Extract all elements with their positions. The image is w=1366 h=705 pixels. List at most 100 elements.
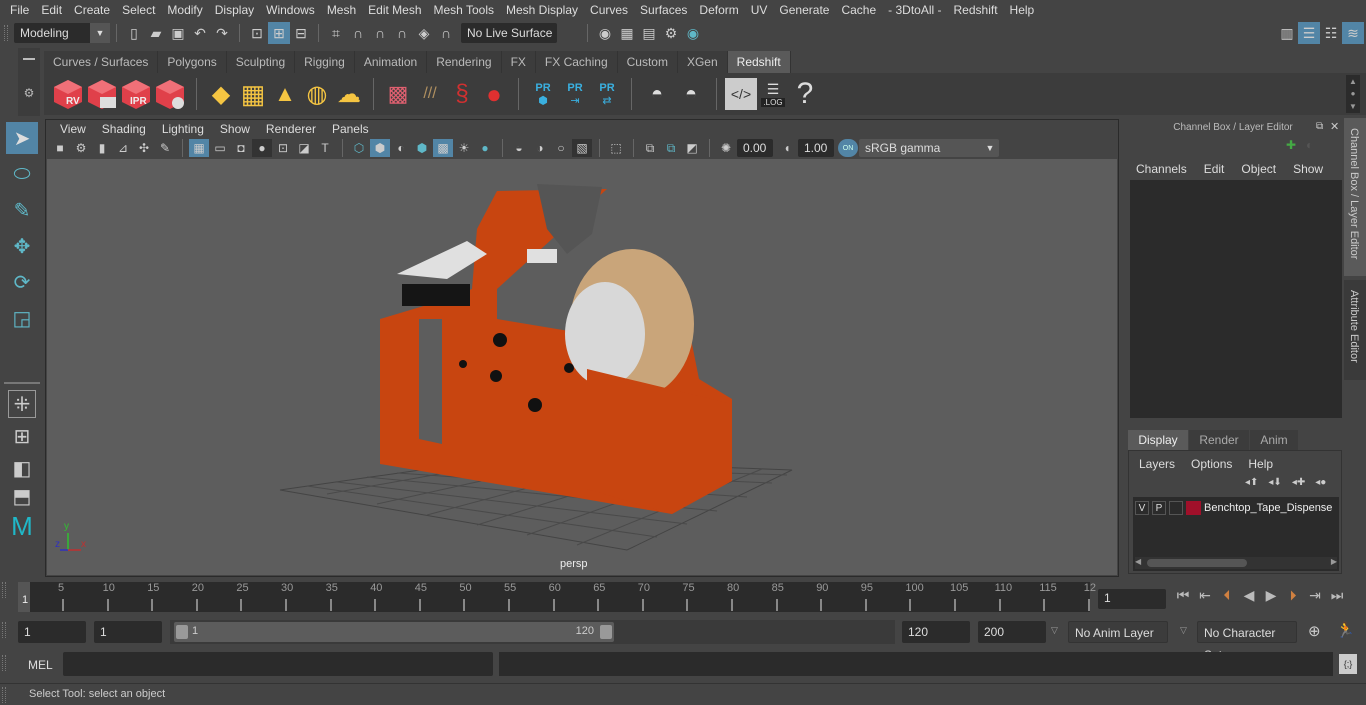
viewport-menu-renderer[interactable]: Renderer — [258, 120, 324, 138]
new-scene-icon[interactable]: ▯ — [123, 22, 145, 44]
baking-pies-icon[interactable]: ◓ — [640, 78, 674, 110]
layer-list-scrollbar[interactable]: ◀ ▶ — [1135, 557, 1337, 569]
menu-cache[interactable]: Cache — [835, 3, 882, 17]
single-perspective-layout-icon[interactable]: ⁜ — [8, 390, 36, 418]
mel-grip[interactable] — [2, 655, 6, 671]
side-tab-attribute-editor[interactable]: Attribute Editor — [1344, 280, 1366, 380]
menu-uv[interactable]: UV — [745, 3, 774, 17]
move-layer-down-icon[interactable]: ◂⬇ — [1268, 477, 1281, 488]
live-surface-field[interactable]: No Live Surface — [461, 23, 557, 43]
spot-light-icon[interactable]: ▲ — [269, 78, 301, 110]
lasso-tool-icon[interactable]: ⬭ — [6, 158, 38, 190]
gamma-field[interactable]: 1.00 — [798, 139, 834, 157]
script-editor-icon[interactable]: {;} — [1339, 654, 1357, 674]
manipulator-axis-icon[interactable]: ✚ — [1286, 138, 1296, 152]
xray-icon[interactable]: ⧉ — [640, 139, 660, 157]
animation-preferences-icon[interactable]: 🏃 — [1336, 621, 1355, 639]
four-view-layout-icon[interactable]: ⊞ — [6, 422, 38, 450]
shelf-settings-gear-icon[interactable]: ⚙ — [18, 86, 40, 100]
channel-menu-edit[interactable]: Edit — [1204, 162, 1225, 176]
menu-mesh-tools[interactable]: Mesh Tools — [428, 3, 500, 17]
anti-aliasing-icon[interactable]: ○ — [551, 139, 571, 157]
shelf-tab-fx-caching[interactable]: FX Caching — [535, 51, 618, 73]
dome-light-icon[interactable]: ◍ — [301, 78, 333, 110]
snap-surface-icon[interactable]: ∩ — [435, 22, 457, 44]
layer-menu-options[interactable]: Options — [1191, 457, 1232, 471]
redshift-settings-button[interactable] — [154, 78, 186, 110]
channel-menu-channels[interactable]: Channels — [1136, 162, 1187, 176]
volume-icon[interactable]: § — [446, 78, 478, 110]
viewport-3d[interactable]: y x z persp — [47, 159, 1117, 575]
sync-icon[interactable]: ◐ — [1306, 138, 1313, 152]
undo-icon[interactable]: ↶ — [189, 22, 211, 44]
channel-list[interactable] — [1130, 180, 1342, 418]
snap-grid-icon[interactable]: ⌗ — [325, 22, 347, 44]
save-scene-icon[interactable]: ▣ — [167, 22, 189, 44]
range-slider[interactable]: 1 120 — [174, 622, 614, 642]
field-chart-icon[interactable]: ⊡ — [273, 139, 293, 157]
viewport-menu-shading[interactable]: Shading — [94, 120, 154, 138]
next-key-icon[interactable]: ⏵ — [1282, 587, 1304, 604]
safe-title-icon[interactable]: T — [315, 139, 335, 157]
go-to-end-icon[interactable]: ⏭ — [1326, 587, 1348, 604]
area-light-icon[interactable]: ◆ — [205, 78, 237, 110]
render-current-icon[interactable]: ▦ — [616, 22, 638, 44]
channel-menu-show[interactable]: Show — [1293, 162, 1323, 176]
wireframe-icon[interactable]: ⬡ — [349, 139, 369, 157]
log-file-button[interactable]: ☰ .LOG — [757, 78, 789, 110]
shelf-tab-animation[interactable]: Animation — [354, 51, 428, 73]
menu-create[interactable]: Create — [68, 3, 116, 17]
redshift-batch-render-button[interactable] — [86, 78, 118, 110]
resolution-gate-icon[interactable]: ◘ — [231, 139, 251, 157]
layer-tab-anim[interactable]: Anim — [1250, 430, 1298, 450]
drag-handle[interactable] — [4, 25, 8, 41]
menu-mesh-display[interactable]: Mesh Display — [500, 3, 584, 17]
snap-view-plane-icon[interactable]: ∩ — [391, 22, 413, 44]
float-panel-icon[interactable]: ⧉ — [1316, 121, 1323, 132]
layer-visibility-toggle[interactable]: V — [1135, 501, 1149, 515]
end-time-field[interactable]: 200 — [978, 621, 1046, 643]
attribute-editor-toggle-icon[interactable]: ☰ — [1298, 22, 1320, 44]
menu-windows[interactable]: Windows — [260, 3, 321, 17]
render-settings-icon[interactable]: ⚙ — [660, 22, 682, 44]
pr-mesh-button[interactable]: PR ⬢ — [527, 78, 559, 110]
render-view-icon[interactable]: ◉ — [594, 22, 616, 44]
menu-mesh[interactable]: Mesh — [321, 3, 362, 17]
grid-toggle-icon[interactable]: ▦ — [189, 139, 209, 157]
playback-end-field[interactable]: 120 — [902, 621, 970, 643]
sphere-material-icon[interactable]: ● — [478, 78, 510, 110]
ipr-render-icon[interactable]: ▤ — [638, 22, 660, 44]
baking-pie-icon[interactable]: ◓ — [674, 78, 708, 110]
go-to-start-icon[interactable]: ⏮ — [1172, 587, 1194, 604]
move-layer-up-icon[interactable]: ◂⬆ — [1245, 477, 1258, 488]
layer-name[interactable]: Benchtop_Tape_Dispense — [1204, 502, 1332, 514]
menu-generate[interactable]: Generate — [773, 3, 835, 17]
channel-box-toggle-icon[interactable]: ≋ — [1342, 22, 1364, 44]
color-management-toggle[interactable]: ON — [838, 139, 858, 157]
grease-pencil-icon[interactable]: ✎ — [155, 139, 175, 157]
shelf-tabs-menu-icon[interactable] — [23, 58, 35, 60]
step-forward-key-icon[interactable]: ⇥ — [1304, 587, 1326, 604]
shelf-tab-custom[interactable]: Custom — [617, 51, 678, 73]
range-end-handle[interactable] — [600, 625, 612, 639]
mel-label[interactable]: MEL — [28, 658, 53, 672]
layer-color-swatch[interactable] — [1186, 501, 1201, 515]
graph-layout-icon[interactable]: ⬒ — [6, 486, 38, 508]
new-layer-from-selected-icon[interactable]: ◂● — [1315, 477, 1326, 488]
textured-icon[interactable]: ▩ — [433, 139, 453, 157]
shelf-tab-redshift[interactable]: Redshift — [727, 51, 791, 73]
start-time-field[interactable]: 1 — [18, 621, 86, 643]
menu-edit-mesh[interactable]: Edit Mesh — [362, 3, 427, 17]
snap-point-icon[interactable]: ∩ — [369, 22, 391, 44]
help-grip[interactable] — [2, 687, 6, 703]
image-plane-icon[interactable]: ⊿ — [113, 139, 133, 157]
bookmark-icon[interactable]: ▮ — [92, 139, 112, 157]
new-layer-icon[interactable]: ◂✚ — [1292, 477, 1305, 488]
film-gate-icon[interactable]: ▭ — [210, 139, 230, 157]
shelf-tab-rigging[interactable]: Rigging — [295, 51, 355, 73]
paint-select-tool-icon[interactable]: ✎ — [6, 194, 38, 226]
shelf-tab-curves-surfaces[interactable]: Curves / Surfaces — [44, 51, 159, 73]
safe-action-icon[interactable]: ◪ — [294, 139, 314, 157]
isolate-select-icon[interactable]: ⬚ — [606, 139, 626, 157]
hair-icon[interactable]: /// — [414, 78, 446, 110]
